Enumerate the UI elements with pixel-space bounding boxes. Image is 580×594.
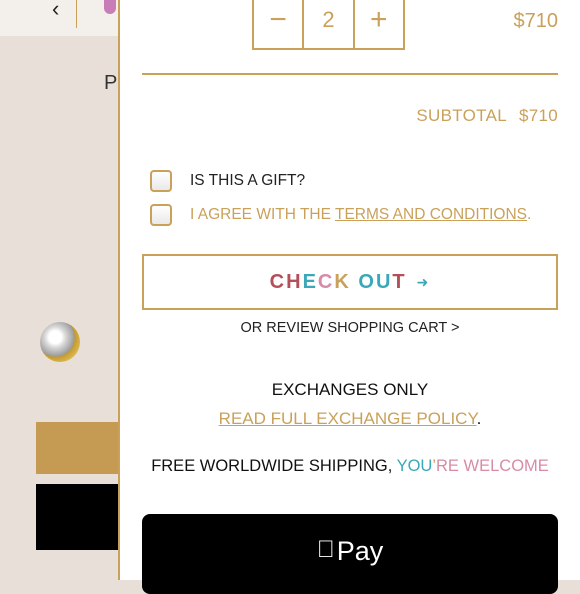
checkout-letter: C xyxy=(317,270,335,293)
item-price: $710 xyxy=(513,10,559,32)
terms-label: I AGREE WITH THE TERMS AND CONDITIONS. xyxy=(190,206,532,223)
checkout-label: CHECK OUT xyxy=(270,271,407,294)
subtotal-value: $710 xyxy=(518,106,558,125)
cart-drawer: − 2 + $710 SUBTOTAL $710 IS THIS A GIFT? … xyxy=(118,0,580,594)
arrow-right-icon: ➜ xyxy=(416,273,431,290)
apple-logo-icon:  xyxy=(317,536,335,564)
checkout-letter: C xyxy=(269,270,287,293)
quantity-value[interactable]: 2 xyxy=(302,0,355,48)
add-to-cart-button[interactable] xyxy=(36,422,120,474)
shipping-colored-text: YOU xyxy=(396,457,433,475)
background-page: ‹ P xyxy=(0,0,120,580)
background-heading: P xyxy=(104,72,118,94)
back-chevron-icon[interactable]: ‹ xyxy=(52,0,59,22)
checkout-button[interactable]: CHECK OUT ➜ xyxy=(142,254,558,310)
apple-pay-label: Pay xyxy=(327,536,384,566)
product-thumbnail[interactable] xyxy=(40,322,80,362)
exchange-policy-link[interactable]: READ FULL EXCHANGE POLICY xyxy=(219,409,477,428)
background-header xyxy=(0,0,120,36)
quantity-stepper: − 2 + xyxy=(252,0,405,50)
apple-pay-button[interactable]:  Pay xyxy=(142,514,558,594)
gift-option[interactable]: IS THIS A GIFT? xyxy=(150,170,305,192)
subtotal-label: SUBTOTAL xyxy=(416,106,507,125)
checkout-letter: H xyxy=(286,270,303,293)
exchange-policy: READ FULL EXCHANGE POLICY. xyxy=(218,409,482,428)
subtotal: SUBTOTAL $710 xyxy=(416,106,558,126)
checkout-letter: K xyxy=(334,270,351,293)
increment-button[interactable]: + xyxy=(355,0,403,48)
decrement-button[interactable]: − xyxy=(254,0,302,48)
checkout-letter: U xyxy=(375,270,393,293)
review-cart-link[interactable]: OR REVIEW SHOPPING CART > xyxy=(142,320,558,336)
checkout-letter: T xyxy=(392,270,407,293)
shipping-colored-text: WELCOME xyxy=(463,457,549,475)
shipping-colored-text: RE xyxy=(436,457,464,475)
logo-flower-icon xyxy=(104,0,116,14)
terms-option[interactable]: I AGREE WITH THE TERMS AND CONDITIONS. xyxy=(150,204,531,226)
checkout-letter: O xyxy=(358,270,376,293)
terms-checkbox[interactable] xyxy=(150,204,172,226)
shipping-note: FREE WORLDWIDE SHIPPING, YOU’RE WELCOME xyxy=(151,457,549,475)
checkout-letter: E xyxy=(302,270,318,293)
gift-checkbox[interactable] xyxy=(150,170,172,192)
terms-link[interactable]: TERMS AND CONDITIONS xyxy=(335,206,527,223)
buy-now-button[interactable] xyxy=(36,484,120,550)
divider xyxy=(142,73,558,75)
gift-label: IS THIS A GIFT? xyxy=(190,172,306,189)
exchanges-title: EXCHANGES ONLY xyxy=(271,380,429,399)
header-divider xyxy=(76,0,77,28)
